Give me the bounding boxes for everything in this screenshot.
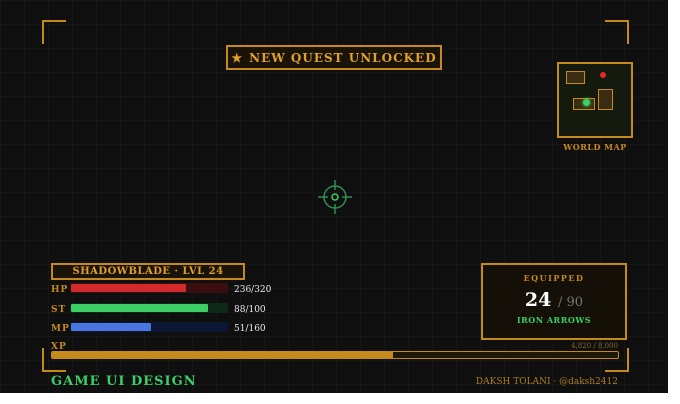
minimap[interactable]: [557, 62, 633, 138]
mana-bar: [70, 322, 228, 332]
equipped-panel[interactable]: EQUIPPED 24 / 90 IRON ARROWS: [481, 263, 627, 340]
frame-corner-top-left: [42, 20, 66, 44]
player-marker-icon: [583, 99, 590, 106]
stamina-value: 88/100: [234, 305, 266, 315]
objective-marker-icon: [600, 72, 606, 78]
hp-value: 236/320: [234, 285, 272, 295]
stamina-bar: [70, 303, 228, 313]
stamina-label: ST: [51, 305, 67, 315]
game-hud: ★ NEW QUEST UNLOCKED WORLD MAP SHADOWBLA…: [0, 0, 668, 393]
crosshair-icon: [318, 180, 352, 214]
hp-label: HP: [51, 285, 69, 295]
hp-bar: [70, 283, 228, 293]
frame-corner-top-right: [605, 20, 629, 44]
mana-bar-fill: [71, 323, 151, 331]
xp-bar-fill: [52, 352, 393, 358]
ammo-max: / 90: [558, 295, 584, 310]
map-label: WORLD MAP: [563, 142, 627, 152]
ammo-count: 24 / 90: [483, 289, 625, 311]
mana-value: 51/160: [234, 324, 266, 334]
xp-value: 4,820 / 8,000: [571, 342, 618, 350]
footer-title: GAME UI DESIGN: [51, 374, 197, 389]
equipped-item-name: IRON ARROWS: [516, 315, 592, 325]
quest-banner[interactable]: ★ NEW QUEST UNLOCKED: [226, 45, 442, 70]
mana-label: MP: [51, 324, 70, 334]
player-name-plate: SHADOWBLADE · LVL 24: [51, 263, 245, 280]
stamina-bar-fill: [71, 304, 209, 312]
ammo-current: 24: [524, 289, 552, 311]
footer-credit: DAKSH TOLANI · @daksh2412: [475, 377, 618, 387]
minimap-building: [598, 89, 613, 110]
star-icon: ★: [231, 50, 244, 65]
minimap-building: [566, 71, 585, 84]
hp-bar-fill: [71, 284, 187, 292]
equipped-title: EQUIPPED: [523, 273, 585, 283]
quest-banner-text: NEW QUEST UNLOCKED: [249, 50, 437, 65]
xp-bar: [51, 351, 619, 359]
